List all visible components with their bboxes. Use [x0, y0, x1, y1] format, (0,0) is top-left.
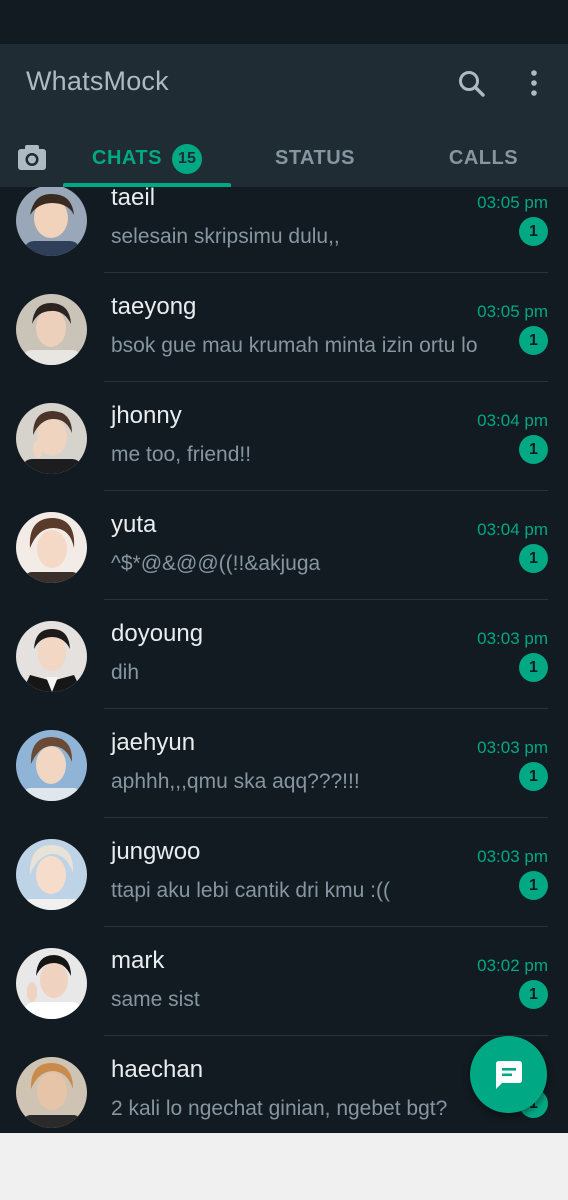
unread-count-badge: 15 [171, 143, 202, 174]
tab-calls[interactable]: CALLS [399, 130, 568, 187]
contact-name: yuta [111, 511, 157, 538]
chat-row[interactable]: yuta 03:04 pm ^$*@&@@((!!&akjuga 1 [0, 491, 568, 600]
more-vertical-icon [531, 70, 537, 96]
tab-camera[interactable] [0, 130, 62, 187]
last-message: same sist [111, 988, 200, 1011]
avatar[interactable] [16, 294, 87, 365]
contact-name: doyoung [111, 620, 204, 647]
chat-list[interactable]: taeil 03:05 pm selesain skripsimu dulu,,… [0, 187, 568, 1133]
last-message: ttapi aku lebi cantik dri kmu :(( [111, 879, 390, 902]
avatar[interactable] [16, 621, 87, 692]
avatar[interactable] [16, 1057, 87, 1128]
search-icon [459, 71, 485, 97]
chat-row[interactable]: doyoung 03:03 pm dih 1 [0, 600, 568, 709]
last-message: me too, friend!! [111, 443, 252, 466]
avatar[interactable] [16, 839, 87, 910]
last-message: bsok gue mau krumah minta izin ortu lo [111, 334, 478, 357]
app-bar: WhatsMock CHATS 15 STATUS CALLS [0, 44, 568, 187]
search-button[interactable] [452, 64, 492, 104]
last-message: selesain skripsimu dulu,, [111, 225, 340, 248]
unread-badge: 1 [519, 653, 548, 682]
camera-icon [18, 145, 46, 170]
avatar[interactable] [16, 187, 87, 256]
last-message: 2 kali lo ngechat ginian, ngebet bgt? [111, 1097, 448, 1120]
message-time: 03:05 pm [477, 193, 548, 212]
more-options-button[interactable] [514, 64, 554, 104]
tab-status[interactable]: STATUS [231, 130, 399, 187]
avatar[interactable] [16, 403, 87, 474]
avatar[interactable] [16, 948, 87, 1019]
chat-row[interactable]: mark 03:02 pm same sist 1 [0, 927, 568, 1036]
last-message: dih [111, 661, 140, 684]
unread-badge: 1 [519, 980, 548, 1009]
message-time: 03:04 pm [477, 411, 548, 430]
contact-name: taeyong [111, 293, 197, 320]
message-time: 03:05 pm [477, 302, 548, 321]
message-time: 03:02 pm [477, 956, 548, 975]
last-message: aphhh,,,qmu ska aqq???!!! [111, 770, 360, 793]
chat-row[interactable]: jhonny 03:04 pm me too, friend!! 1 [0, 382, 568, 491]
contact-name: jungwoo [111, 838, 201, 865]
contact-name: jhonny [111, 402, 182, 429]
message-time: 03:03 pm [477, 847, 548, 866]
tab-label: CHATS [92, 147, 162, 169]
avatar[interactable] [16, 730, 87, 801]
message-time: 03:03 pm [477, 738, 548, 757]
tab-chats[interactable]: CHATS 15 [63, 130, 231, 187]
unread-badge: 1 [519, 435, 548, 464]
contact-name: haechan [111, 1056, 204, 1083]
unread-badge: 1 [519, 326, 548, 355]
chat-row[interactable]: taeyong 03:05 pm bsok gue mau krumah min… [0, 273, 568, 382]
last-message: ^$*@&@@((!!&akjuga [111, 552, 321, 575]
chat-row[interactable]: jaehyun 03:03 pm aphhh,,,qmu ska aqq???!… [0, 709, 568, 818]
unread-badge: 1 [519, 871, 548, 900]
message-time: 03:03 pm [477, 629, 548, 648]
new-chat-button[interactable] [470, 1036, 547, 1113]
avatar[interactable] [16, 512, 87, 583]
unread-badge: 1 [519, 217, 548, 246]
unread-badge: 1 [519, 544, 548, 573]
tab-bar: CHATS 15 STATUS CALLS [0, 130, 568, 187]
contact-name: taeil [111, 187, 156, 211]
message-time: 03:04 pm [477, 520, 548, 539]
status-bar [0, 0, 568, 44]
contact-name: jaehyun [111, 729, 196, 756]
chat-row[interactable]: jungwoo 03:03 pm ttapi aku lebi cantik d… [0, 818, 568, 927]
tab-label: CALLS [448, 147, 519, 169]
unread-badge: 1 [519, 762, 548, 791]
new-chat-icon [495, 1060, 522, 1089]
contact-name: mark [111, 947, 165, 974]
app-title: WhatsMock [26, 66, 169, 96]
tab-label: STATUS [274, 147, 356, 169]
system-nav-bar [0, 1133, 568, 1200]
chat-row[interactable]: taeil 03:05 pm selesain skripsimu dulu,,… [0, 187, 568, 273]
app-screen: WhatsMock CHATS 15 STATUS CALLS taeil 03… [0, 0, 568, 1133]
